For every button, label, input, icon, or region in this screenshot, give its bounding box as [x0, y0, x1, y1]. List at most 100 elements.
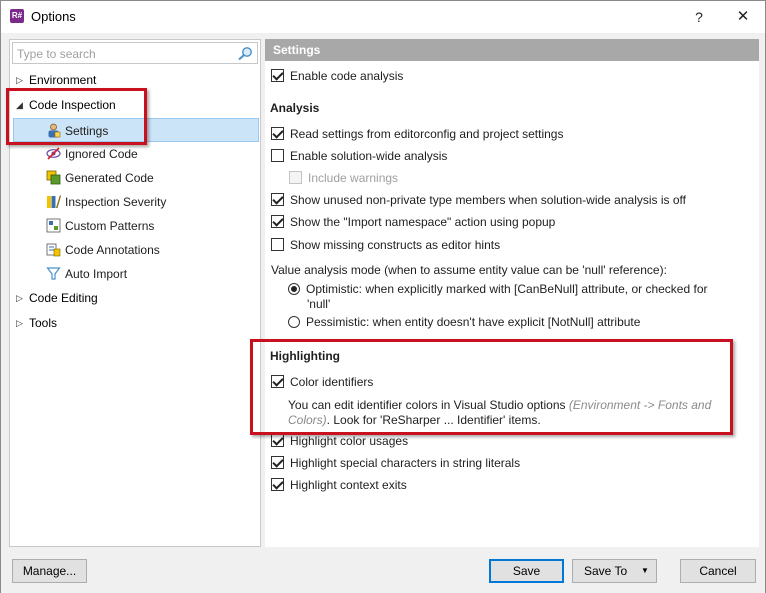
settings-pane: Settings Enable code analysis Analysis R… — [265, 39, 759, 547]
settings-person-icon — [48, 123, 61, 138]
option-label: Show unused non-private type members whe… — [290, 193, 686, 207]
pessimistic-option[interactable]: Pessimistic: when entity doesn't have ex… — [288, 314, 640, 332]
tree-item-label: Ignored Code — [65, 147, 138, 161]
tree-item-label: Code Annotations — [65, 243, 160, 257]
missing-constructs-option[interactable]: Show missing constructs as editor hints — [271, 237, 500, 255]
tree-item-code-editing[interactable]: ▷ Code Editing — [16, 286, 98, 310]
tree-item-label: Code Editing — [29, 291, 98, 305]
option-label: Highlight context exits — [290, 478, 407, 492]
show-unused-members-checkbox[interactable] — [271, 193, 284, 207]
expand-arrow-icon[interactable]: ▷ — [16, 68, 29, 92]
read-editorconfig-option[interactable]: Read settings from editorconfig and proj… — [271, 126, 563, 144]
solution-wide-analysis-checkbox[interactable] — [271, 149, 284, 163]
option-label: Show the "Import namespace" action using… — [290, 215, 556, 229]
ignored-code-icon — [46, 147, 61, 160]
tree-item-label: Generated Code — [65, 171, 154, 185]
tree-item-ignored-code[interactable]: Ignored Code — [46, 142, 258, 166]
dropdown-arrow-icon[interactable]: ▼ — [634, 560, 656, 582]
tree-item-custom-patterns[interactable]: Custom Patterns — [46, 214, 258, 238]
color-identifiers-checkbox[interactable] — [271, 375, 284, 389]
highlighting-group-title: Highlighting — [270, 349, 340, 363]
options-window: R# Options ? ✕ ▷Environment ◢Code Inspec… — [0, 0, 766, 593]
option-label: Pessimistic: when entity doesn't have ex… — [306, 315, 641, 329]
tree-item-generated-code[interactable]: Generated Code — [46, 166, 258, 190]
tree-item-code-annotations[interactable]: Code Annotations — [46, 238, 258, 262]
highlight-special-chars-checkbox[interactable] — [271, 456, 284, 470]
tree-item-label: Code Inspection — [29, 98, 116, 112]
expand-arrow-icon[interactable]: ▷ — [16, 286, 29, 310]
save-button[interactable]: Save — [489, 559, 564, 583]
search-icon[interactable] — [237, 46, 253, 61]
tree-item-label: Custom Patterns — [65, 219, 155, 233]
title-bar: R# Options ? ✕ — [1, 1, 765, 33]
help-button[interactable]: ? — [687, 7, 711, 27]
color-identifiers-note-line1: You can edit identifier colors in Visual… — [288, 397, 711, 413]
save-to-split-button[interactable]: Save To ▼ — [572, 559, 657, 583]
read-editorconfig-checkbox[interactable] — [271, 127, 284, 141]
include-warnings-option: Include warnings — [289, 170, 398, 188]
window-title: Options — [31, 9, 76, 24]
option-label: Include warnings — [308, 171, 399, 185]
include-warnings-checkbox — [289, 171, 302, 185]
close-button[interactable]: ✕ — [731, 7, 755, 27]
show-unused-members-option[interactable]: Show unused non-private type members whe… — [271, 192, 686, 210]
dialog-button-bar: Manage... Save Save To ▼ Cancel — [1, 549, 765, 593]
collapse-arrow-icon[interactable]: ◢ — [16, 93, 29, 117]
search-box — [12, 42, 258, 64]
highlight-color-usages-checkbox[interactable] — [271, 434, 284, 448]
solution-wide-analysis-option[interactable]: Enable solution-wide analysis — [271, 148, 447, 166]
manage-button[interactable]: Manage... — [12, 559, 87, 583]
tree-item-label: Auto Import — [65, 267, 128, 281]
tree-item-environment[interactable]: ▷ Environment — [16, 68, 96, 92]
option-label: Highlight special characters in string l… — [290, 456, 521, 470]
custom-patterns-icon — [46, 218, 61, 233]
cancel-button[interactable]: Cancel — [680, 559, 756, 583]
note-path-text: (Environment -> Fonts and — [568, 398, 712, 412]
tree-item-label: Tools — [29, 316, 58, 330]
tree-item-label: Environment — [29, 73, 97, 87]
optimistic-radio[interactable] — [288, 282, 300, 295]
option-label: Color identifiers — [290, 375, 374, 389]
highlight-special-chars-option[interactable]: Highlight special characters in string l… — [271, 455, 520, 473]
tree-item-inspection-severity[interactable]: Inspection Severity — [46, 190, 258, 214]
option-label: Read settings from editorconfig and proj… — [290, 127, 564, 141]
import-namespace-popup-option[interactable]: Show the "Import namespace" action using… — [271, 214, 555, 232]
code-annotations-icon — [46, 243, 61, 257]
generated-code-icon — [46, 170, 61, 185]
tree-item-label: Settings — [65, 124, 109, 138]
analysis-group-title: Analysis — [270, 101, 320, 115]
optimistic-label-continued: 'null' — [307, 297, 331, 311]
import-namespace-popup-checkbox[interactable] — [271, 215, 284, 229]
missing-constructs-checkbox[interactable] — [271, 238, 284, 252]
options-tree-pane: ▷Environment ◢Code Inspection Settings I… — [9, 39, 261, 547]
option-label: Optimistic: when explicitly marked with … — [306, 282, 708, 296]
highlight-context-exits-option[interactable]: Highlight context exits — [271, 477, 407, 495]
optimistic-option[interactable]: Optimistic: when explicitly marked with … — [288, 281, 708, 299]
note-text: . Look for 'ReSharper ... Identifier' it… — [326, 413, 541, 427]
tree-item-settings[interactable]: Settings — [13, 118, 259, 142]
pessimistic-radio[interactable] — [288, 315, 300, 328]
section-header: Settings — [265, 39, 759, 61]
color-identifiers-option[interactable]: Color identifiers — [271, 374, 373, 392]
option-label: Enable solution-wide analysis — [290, 149, 448, 163]
funnel-icon — [46, 267, 61, 280]
tree-item-tools[interactable]: ▷ Tools — [16, 311, 57, 335]
highlight-context-exits-checkbox[interactable] — [271, 478, 284, 492]
color-identifiers-note-line2: Colors). Look for 'ReSharper ... Identif… — [288, 412, 541, 428]
tree-item-label: Inspection Severity — [65, 195, 167, 209]
tree-item-code-inspection[interactable]: ◢ Code Inspection — [16, 93, 116, 117]
search-input[interactable] — [17, 45, 227, 62]
resharper-app-icon: R# — [10, 9, 24, 23]
option-label: Enable code analysis — [290, 69, 404, 83]
inspection-severity-icon — [47, 195, 61, 209]
enable-code-analysis-checkbox[interactable] — [271, 69, 284, 83]
highlight-color-usages-option[interactable]: Highlight color usages — [271, 433, 408, 451]
option-label: Highlight color usages — [290, 434, 409, 448]
note-text: You can edit identifier colors in Visual… — [288, 398, 569, 412]
enable-code-analysis-option[interactable]: Enable code analysis — [271, 68, 403, 86]
note-path-text: Colors) — [288, 413, 327, 427]
option-label: Show missing constructs as editor hints — [290, 238, 501, 252]
tree-item-auto-import[interactable]: Auto Import — [46, 262, 258, 286]
expand-arrow-icon[interactable]: ▷ — [16, 311, 29, 335]
save-to-label: Save To — [584, 564, 628, 578]
